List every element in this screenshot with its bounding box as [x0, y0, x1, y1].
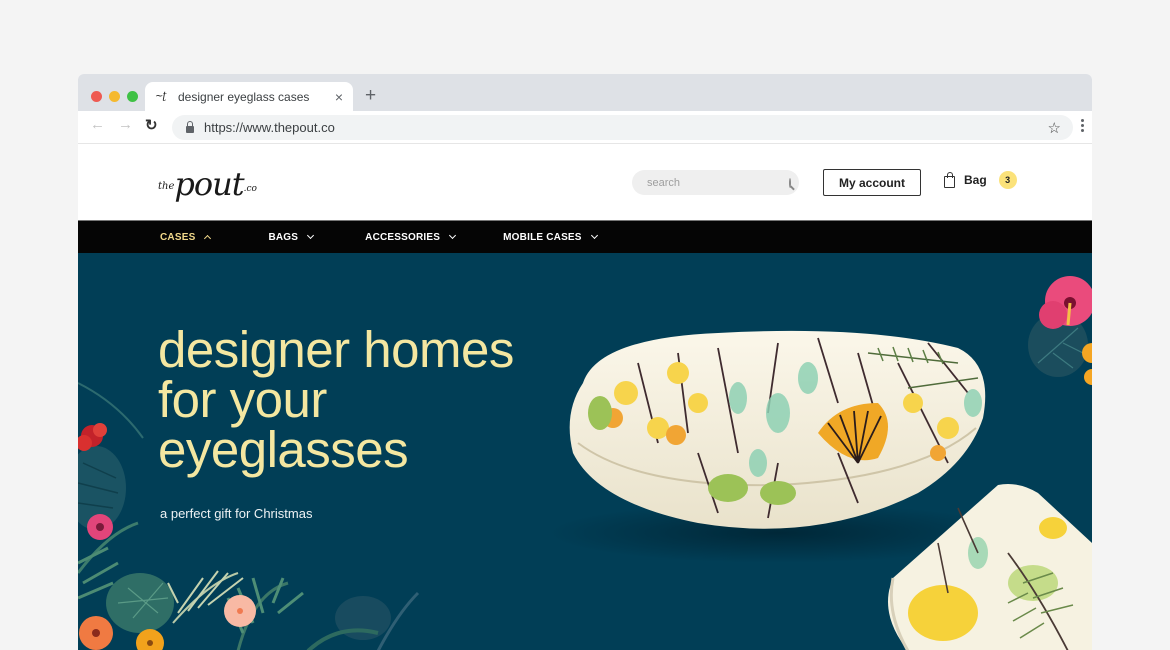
address-bar[interactable]: https://www.thepout.co ☆	[172, 115, 1073, 140]
forward-arrow-icon[interactable]: →	[118, 116, 133, 133]
lock-icon[interactable]	[186, 121, 194, 133]
window-controls	[91, 91, 138, 102]
logo-the: the	[158, 181, 175, 192]
hero-title-line: designer homes	[158, 321, 514, 378]
shopping-bag-icon	[944, 172, 955, 188]
nav-item-cases[interactable]: CASES	[160, 231, 212, 243]
cleaning-cloth-product	[888, 484, 1092, 650]
bag-button[interactable]: Bag 3	[944, 171, 1017, 189]
url-text[interactable]: https://www.thepout.co	[204, 120, 1048, 135]
browser-menu-icon[interactable]	[1081, 119, 1084, 132]
browser-tab-active[interactable]: ~ʈ designer eyeglass cases ×	[145, 82, 353, 111]
hero-banner: designer homes for your eyeglasses a per…	[78, 253, 1092, 650]
hero-title-line: eyeglasses	[158, 421, 409, 478]
maximize-window-button[interactable]	[127, 91, 138, 102]
logo-pout: pout	[174, 165, 244, 203]
tab-strip: ~ʈ designer eyeglass cases × +	[78, 74, 1092, 111]
hero-title-line: for your	[158, 371, 327, 428]
search-icon[interactable]	[789, 177, 791, 188]
nav-item-label: CASES	[160, 231, 196, 243]
bag-count-badge: 3	[998, 171, 1017, 189]
hero-subtitle: a perfect gift for Christmas	[160, 506, 313, 521]
pink-hibiscus-flower	[1039, 276, 1092, 329]
logo-co: .co	[243, 184, 257, 194]
red-hibiscus-flower	[78, 423, 107, 451]
bookmark-star-icon[interactable]: ☆	[1048, 119, 1061, 137]
nav-item-label: MOBILE CASES	[503, 231, 582, 243]
site-logo[interactable]: the pout .co	[158, 154, 257, 210]
browser-window: ~ʈ designer eyeglass cases × + ← → ↻ htt…	[78, 74, 1092, 650]
browser-toolbar: ← → ↻ https://www.thepout.co ☆	[78, 111, 1092, 144]
pink-hibiscus-flower	[87, 514, 113, 540]
thepout-favicon-icon: ~ʈ	[155, 91, 166, 102]
site-header: the pout .co My account Bag 3	[78, 144, 1092, 220]
new-tab-button[interactable]: +	[365, 86, 376, 105]
hero-title: designer homes for your eyeglasses	[158, 321, 514, 478]
search-input[interactable]	[647, 176, 789, 189]
nav-item-label: BAGS	[268, 231, 299, 243]
nav-item-accessories[interactable]: ACCESSORIES	[365, 231, 457, 243]
chevron-down-icon	[449, 231, 457, 240]
reload-icon[interactable]: ↻	[145, 116, 158, 134]
my-account-button[interactable]: My account	[823, 169, 921, 196]
minimize-window-button[interactable]	[109, 91, 120, 102]
nav-item-label: ACCESSORIES	[365, 231, 441, 243]
category-nav: CASES BAGS ACCESSORIES MOBILE CASES	[78, 220, 1092, 253]
nav-item-bags[interactable]: BAGS	[268, 231, 315, 243]
bag-label: Bag	[964, 173, 987, 187]
close-window-button[interactable]	[91, 91, 102, 102]
search-box	[632, 170, 799, 195]
back-arrow-icon[interactable]: ←	[90, 116, 105, 133]
tab-title: designer eyeglass cases	[178, 89, 310, 104]
chevron-up-icon	[204, 234, 212, 243]
nav-item-mobile-cases[interactable]: MOBILE CASES	[503, 231, 598, 243]
chevron-down-icon	[590, 231, 598, 240]
tropical-foliage-right	[1028, 276, 1092, 385]
orange-hibiscus-flower	[79, 616, 113, 650]
close-tab-icon[interactable]: ×	[335, 89, 343, 105]
chevron-down-icon	[307, 231, 315, 240]
peach-hibiscus-flower	[224, 595, 256, 627]
eyeglass-case-product	[569, 330, 986, 529]
